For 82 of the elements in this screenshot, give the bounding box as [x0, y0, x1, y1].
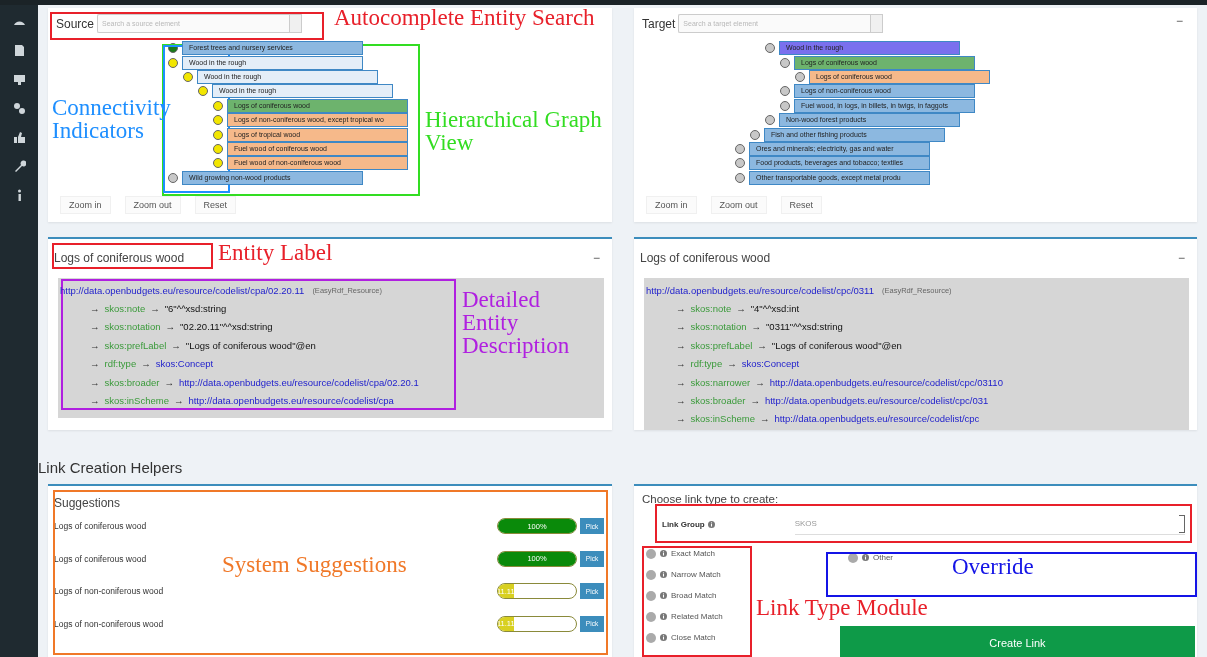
info-icon	[660, 592, 667, 599]
arrow-text: →	[676, 303, 686, 315]
object-link[interactable]: skos:Concept	[155, 358, 214, 370]
zoom-button[interactable]: Zoom out	[124, 196, 181, 214]
field-label: Link Group	[662, 519, 705, 529]
arrow-text: →	[164, 376, 174, 388]
literal-value: "4"^^xsd:int	[750, 303, 800, 315]
arrow-text: →	[736, 303, 746, 315]
object-link[interactable]: http://data.openbudgets.eu/resource/codelist/cpc/031	[764, 395, 989, 407]
arrow-text: →	[727, 358, 737, 370]
arrow-text: →	[90, 358, 100, 370]
arrow-text: →	[165, 321, 175, 333]
arrow-text: →	[757, 339, 767, 351]
section-title: Link Creation Helpers	[38, 459, 184, 476]
arrow-text: →	[676, 395, 686, 407]
field-label: Source	[56, 16, 95, 31]
entity-uri[interactable]: http://data.openbudgets.eu/resource/codelist/cpc/0311	[646, 284, 874, 296]
annotation-label: Link Type Module	[756, 596, 928, 619]
info-icon	[862, 554, 869, 561]
link-type-option[interactable]: Close Match	[646, 627, 764, 648]
zoom-button[interactable]: Zoom in	[60, 196, 111, 214]
thumbs-up-icon[interactable]	[12, 131, 26, 144]
link-type-option[interactable]: Narrow Match	[646, 564, 764, 585]
arrow-text: →	[90, 339, 100, 351]
annotation-label: Entity Label	[218, 241, 333, 264]
arrow-text: →	[171, 339, 181, 351]
arrow-text: →	[90, 376, 100, 388]
collapse-icon[interactable]: −	[1178, 251, 1185, 265]
literal-value: "Logs of coniferous wood"@en	[771, 339, 902, 351]
arrow-text: →	[676, 358, 686, 370]
object-link[interactable]: http://data.openbudgets.eu/resource/codelist/cpc	[774, 413, 980, 425]
suggestion-label: Logs of coniferous wood	[54, 521, 148, 532]
arrow-text: →	[751, 321, 761, 333]
annotation-label: Override	[952, 555, 1034, 578]
panel-title: Suggestions	[53, 495, 122, 510]
info-icon	[660, 634, 667, 641]
arrow-text: →	[750, 395, 760, 407]
zoom-button[interactable]: Zoom in	[646, 196, 697, 214]
literal-value: "Logs of coniferous wood"@en	[185, 339, 316, 351]
link-type-option[interactable]: Exact Match	[646, 543, 764, 564]
annotation-label: Autocomplete Entity Search	[334, 6, 595, 29]
info-icon	[660, 613, 667, 620]
info-icon	[660, 571, 667, 578]
arrow-text: →	[676, 339, 686, 351]
arrow-text: →	[759, 413, 770, 425]
arrow-text: →	[755, 376, 765, 388]
object-link[interactable]: skos:Concept	[741, 358, 800, 370]
suggestion-label: Logs of non-coniferous wood	[54, 618, 165, 629]
collapse-icon[interactable]: −	[1176, 14, 1183, 28]
file-icon[interactable]	[12, 44, 26, 57]
collapse-icon[interactable]: −	[593, 251, 600, 265]
arrow-text: →	[150, 303, 160, 315]
literal-value: "02.20.11"^^xsd:string	[180, 321, 273, 333]
arrow-text: →	[90, 303, 100, 315]
arrow-text: →	[90, 321, 100, 333]
object-link[interactable]: http://data.openbudgets.eu/resource/codelist/cpa/02.20.1	[178, 376, 419, 388]
arrow-text: →	[141, 358, 151, 370]
create-link-button[interactable]: Create Link	[840, 626, 1195, 657]
arrow-text: →	[173, 395, 184, 407]
arrow-text: →	[90, 395, 100, 407]
entity-label: Logs of coniferous wood	[54, 251, 185, 265]
entity-label: Logs of coniferous wood	[640, 251, 771, 265]
annotation-label: System Suggestions	[222, 553, 407, 576]
arrow-text: →	[676, 321, 686, 333]
field-label: Target	[642, 16, 676, 31]
arrow-text: →	[676, 413, 686, 425]
info-icon	[707, 520, 715, 528]
link-type-option[interactable]: Other	[848, 547, 893, 568]
literal-value: "0311"^^xsd:string	[766, 321, 843, 333]
zoom-button[interactable]: Reset	[780, 196, 823, 214]
zoom-button[interactable]: Zoom out	[710, 196, 767, 214]
suggestion-label: Logs of non-coniferous wood	[54, 586, 165, 597]
monitor-icon[interactable]	[12, 73, 26, 86]
arrow-text: →	[676, 376, 686, 388]
info-icon	[660, 550, 667, 557]
object-link[interactable]: http://data.openbudgets.eu/resource/codelist/cpa	[188, 395, 394, 407]
annotation-label: Hierarchical Graph View	[425, 108, 603, 154]
literal-value: "6"^^xsd:string	[164, 303, 227, 315]
object-link[interactable]: http://data.openbudgets.eu/resource/codelist/cpc/03110	[769, 376, 1003, 388]
annotation-label: Detailed Entity Description	[462, 288, 571, 357]
suggestion-label: Logs of coniferous wood	[54, 553, 148, 564]
zoom-button[interactable]: Reset	[194, 196, 237, 214]
